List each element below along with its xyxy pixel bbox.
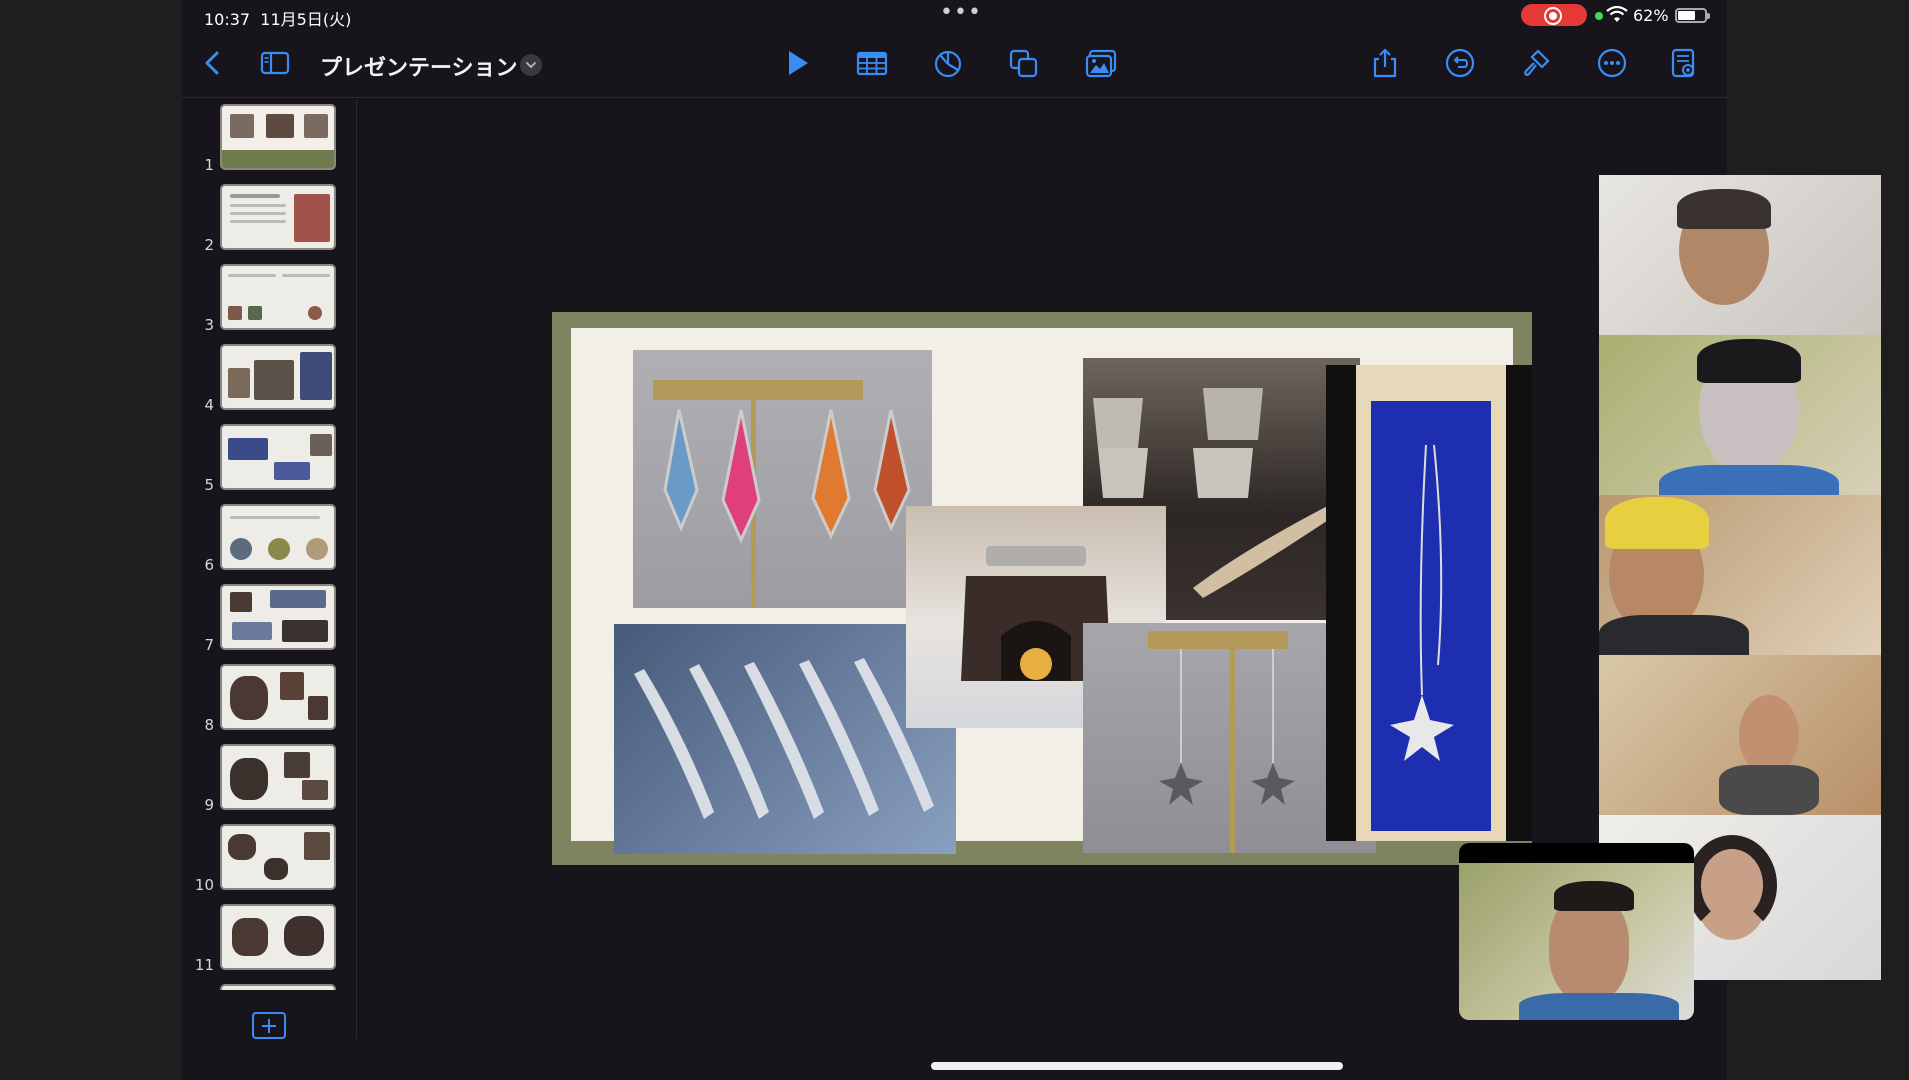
camera-in-use-indicator [1595,12,1603,20]
play-icon[interactable] [780,46,814,80]
share-icon[interactable] [1368,46,1402,80]
slide-thumbnail-5[interactable]: 5 [182,424,357,494]
slide-thumbnail-8[interactable]: 8 [182,664,357,734]
slide-preview [220,504,336,570]
knives-photo[interactable] [614,624,956,854]
slide-thumbnail-2[interactable]: 2 [182,184,357,254]
participant-video-1[interactable] [1599,175,1881,335]
slide-thumbnail-4[interactable]: 4 [182,344,357,414]
slide-thumbnail-11[interactable]: 11 [182,904,357,974]
multitasking-dots-icon[interactable]: ••• [940,2,982,24]
slide-navigator: 1 2 3 4 5 6 7 8 9 10 11 [182,99,357,1039]
status-time: 10:37 11月5日(火) [204,10,352,29]
self-view-feed [1459,863,1694,1020]
undo-icon[interactable] [1443,46,1477,80]
slide-number: 6 [204,556,214,574]
back-chevron-icon[interactable] [196,46,230,80]
slide-preview [220,344,336,410]
table-icon[interactable] [855,46,889,80]
current-slide[interactable] [552,312,1532,865]
self-view-video[interactable] [1459,843,1694,1020]
format-brush-icon[interactable] [1519,46,1553,80]
slide-preview [220,984,336,990]
slide-preview [220,424,336,490]
status-bar: 10:37 11月5日(火) ••• 62% [182,0,1727,32]
home-indicator[interactable] [931,1062,1343,1070]
slide-preview [220,104,336,170]
slide-number: 11 [194,956,214,974]
earrings-photo[interactable] [633,350,932,608]
slide-thumbnail-9[interactable]: 9 [182,744,357,814]
slide-number: 4 [204,396,214,414]
sidebar-icon[interactable] [258,46,292,80]
slide-thumbnail-12-partial[interactable] [182,984,357,990]
slide-paper-background [571,328,1532,854]
slide-preview [220,664,336,730]
slide-preview [220,264,336,330]
slide-preview [220,584,336,650]
slide-thumbnail-6[interactable]: 6 [182,504,357,574]
slide-number: 10 [194,876,214,894]
more-icon[interactable] [1595,46,1629,80]
slide-preview [220,744,336,810]
slide-number: 3 [204,316,214,334]
necklace-photo[interactable] [1326,365,1532,841]
slide-number: 5 [204,476,214,494]
battery-icon [1675,8,1710,23]
slide-thumbnail-7[interactable]: 7 [182,584,357,654]
slide-number: 2 [204,236,214,254]
participant-video-3[interactable] [1599,495,1881,655]
wifi-icon [1606,6,1628,22]
document-viewer-icon[interactable] [1666,46,1700,80]
slide-number: 9 [204,796,214,814]
participant-video-4[interactable] [1599,655,1881,815]
slide-thumbnail-1[interactable]: 1 [182,104,357,174]
slide-preview [220,184,336,250]
chart-icon[interactable] [931,46,965,80]
add-slide-button[interactable] [252,1012,286,1039]
document-title[interactable]: プレゼンテーション [320,50,518,82]
slide-number: 7 [204,636,214,654]
slide-thumbnail-10[interactable]: 10 [182,824,357,894]
battery-percent: 62% [1633,6,1669,25]
slide-preview [220,904,336,970]
participant-video-2[interactable] [1599,335,1881,495]
chevron-down-icon[interactable] [520,54,542,76]
slide-thumbnail-3[interactable]: 3 [182,264,357,334]
screen-recording-icon[interactable] [1521,4,1587,26]
slide-preview [220,824,336,890]
shapes-icon[interactable] [1007,46,1041,80]
slide-number: 1 [204,156,214,174]
toolbar: プレゼンテーション [182,32,1727,98]
slide-number: 8 [204,716,214,734]
media-icon[interactable] [1084,46,1118,80]
